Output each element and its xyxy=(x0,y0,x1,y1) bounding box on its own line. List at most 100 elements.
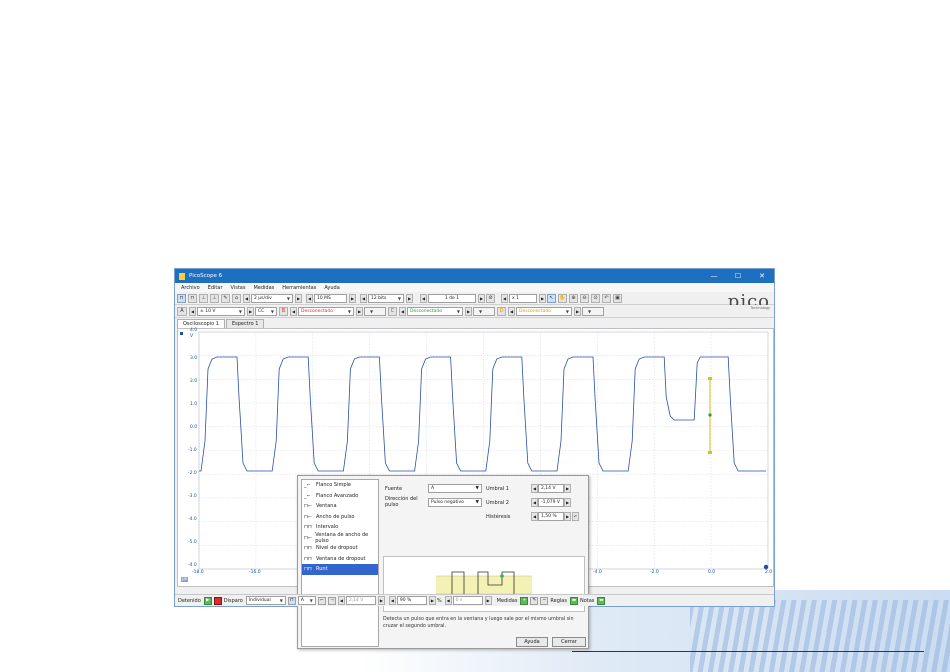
pretrigger-field[interactable]: 90 % xyxy=(396,596,427,605)
increment-arrow[interactable]: ▶ xyxy=(564,484,571,493)
channel-d-range-right-arrow[interactable]: ▶ xyxy=(574,306,581,316)
trigger-type-item[interactable]: ⊓⌐ Ventana de ancho de pulso xyxy=(302,532,378,544)
probe-icon[interactable]: ✎ xyxy=(221,293,230,303)
threshold2-spinner[interactable]: ◀ -1,079 V ▶ xyxy=(531,498,571,507)
channel-a-coupling-select[interactable]: CC ▼ xyxy=(255,306,277,316)
scope-mode-icon[interactable]: ⊓ xyxy=(177,293,186,303)
add-measurement-icon[interactable]: + xyxy=(520,596,529,605)
channel-d-range-select[interactable]: Desconectado ▼ xyxy=(516,306,572,316)
channel-b-range-left-arrow[interactable]: ◀ xyxy=(290,306,297,316)
trigger-type-item[interactable]: _⌐ Flanco Simple xyxy=(302,480,378,491)
close-button[interactable]: ✕ xyxy=(750,272,774,280)
menu-archivo[interactable]: Archivo xyxy=(181,285,200,291)
samples-select[interactable]: 10 MS xyxy=(314,293,347,303)
zoom-right-arrow[interactable]: ▶ xyxy=(539,293,546,303)
channel-d-range-left-arrow[interactable]: ◀ xyxy=(508,306,515,316)
falling-edge-icon[interactable]: ¬ xyxy=(327,596,336,605)
reset-icon[interactable]: ↶ xyxy=(572,512,579,521)
channel-b-range-right-arrow[interactable]: ▶ xyxy=(356,306,363,316)
zoom-out-icon[interactable]: ⊖ xyxy=(580,293,589,303)
menu-ayuda[interactable]: Ayuda xyxy=(324,285,339,291)
trigger-type-item[interactable]: _⌐ Flanco Avanzado xyxy=(302,491,378,502)
channel-a-range-left-arrow[interactable]: ◀ xyxy=(189,306,196,316)
hand-icon[interactable]: ✋ xyxy=(558,293,567,303)
menu-vistas[interactable]: Vistas xyxy=(231,285,246,291)
tab-osciloscopio[interactable]: Osciloscopio 1 xyxy=(177,319,225,328)
rulers-icon[interactable]: ▬ xyxy=(569,596,578,605)
threshold1-spinner[interactable]: ◀ 2,14 V ▶ xyxy=(531,484,571,493)
timebase-right-arrow[interactable]: ▶ xyxy=(295,293,302,303)
trigger-type-item-selected[interactable]: ⊓⊓ Runt xyxy=(302,564,378,575)
resolution-right-arrow[interactable]: ▶ xyxy=(406,293,413,303)
maximize-button[interactable]: ☐ xyxy=(726,272,750,280)
delay-right-arrow[interactable]: ▶ xyxy=(484,596,492,605)
trigger-channel-select[interactable]: A ▼ xyxy=(297,596,316,605)
delay-left-arrow[interactable]: ◀ xyxy=(444,596,452,605)
increment-arrow[interactable]: ▶ xyxy=(564,498,571,507)
persistence-mode-icon[interactable]: ⊓ xyxy=(188,293,197,303)
channel-b-coupling-select[interactable]: ▼ xyxy=(364,306,386,316)
capture-page-field[interactable]: 1 de 1 xyxy=(428,293,476,303)
samples-left-arrow[interactable]: ◀ xyxy=(306,293,313,303)
trigger-type-item[interactable]: ⊓⌐ Ventana xyxy=(302,501,378,512)
close-dialog-button[interactable]: Cerrar xyxy=(552,637,586,647)
minimize-button[interactable]: — xyxy=(702,272,726,280)
channel-b-range-select[interactable]: Desconectado ▼ xyxy=(298,306,354,316)
stop-icon[interactable] xyxy=(213,596,222,605)
start-icon[interactable]: ▶ xyxy=(203,596,212,605)
undo-zoom-icon[interactable]: ↶ xyxy=(602,293,611,303)
trigger-type-item[interactable]: ⊓⊓ Ventana de dropout xyxy=(302,554,378,565)
channel-a-range-select[interactable]: ± 10 V ▼ xyxy=(197,306,245,316)
spectrum-mode-icon[interactable]: ⊥ xyxy=(199,293,208,303)
pretrigger-right-arrow[interactable]: ▶ xyxy=(428,596,436,605)
zoom-fit-icon[interactable]: ⊙ xyxy=(591,293,600,303)
source-select[interactable]: A ▼ xyxy=(428,484,482,493)
decrement-arrow[interactable]: ◀ xyxy=(531,498,538,507)
channel-d-button[interactable]: D xyxy=(497,306,506,316)
direction-select[interactable]: Pulso negativo ▼ xyxy=(428,498,482,507)
trigger-type-item[interactable]: ⊓⌐ Ancho de pulso xyxy=(302,512,378,523)
rising-edge-icon[interactable]: ⌐ xyxy=(317,596,326,605)
scope-view[interactable]: 4.0 V 3.0 2.0 1.0 0.0 -1.0 -2.0 -3.0 -4.… xyxy=(177,328,774,649)
notes-icon[interactable]: ▬ xyxy=(597,596,606,605)
threshold1-value[interactable]: 2,14 V xyxy=(538,484,564,493)
resolution-left-arrow[interactable]: ◀ xyxy=(360,293,367,303)
threshold2-value[interactable]: -1,079 V xyxy=(538,498,564,507)
channel-a-button[interactable]: A xyxy=(177,306,187,316)
pretrigger-left-arrow[interactable]: ◀ xyxy=(388,596,396,605)
tab-espectro[interactable]: Espectro 1 xyxy=(225,319,265,328)
resolution-select[interactable]: 12 bits ▼ xyxy=(368,293,404,303)
trigger-level-field[interactable]: 2,14 V xyxy=(345,596,376,605)
increment-arrow[interactable]: ▶ xyxy=(564,512,571,521)
channel-d-coupling-select[interactable]: ▼ xyxy=(582,306,604,316)
page-right-arrow[interactable]: ▶ xyxy=(478,293,485,303)
trigger-type-item[interactable]: ⊓⊓ Nivel de dropout xyxy=(302,543,378,554)
menu-herramientas[interactable]: Herramientas xyxy=(282,285,316,291)
timebase-select[interactable]: 2 µs/div ▼ xyxy=(251,293,293,303)
hysteresis-value[interactable]: 1,50 % xyxy=(538,512,564,521)
pointer-icon[interactable]: ↖ xyxy=(547,293,556,303)
channel-c-button[interactable]: C xyxy=(388,306,397,316)
samples-right-arrow[interactable]: ▶ xyxy=(349,293,356,303)
channel-a-range-right-arrow[interactable]: ▶ xyxy=(247,306,254,316)
page-left-arrow[interactable]: ◀ xyxy=(420,293,427,303)
buffer-overview-icon[interactable]: ⊘ xyxy=(486,293,495,303)
channel-c-range-select[interactable]: Desconectado ▼ xyxy=(407,306,463,316)
menu-editar[interactable]: Editar xyxy=(208,285,223,291)
hysteresis-spinner[interactable]: ◀ 1,50 % ▶ ↶ xyxy=(531,512,579,521)
channel-c-range-right-arrow[interactable]: ▶ xyxy=(465,306,472,316)
signal-generator-icon[interactable]: ⌂ xyxy=(232,293,241,303)
advanced-trigger-icon[interactable]: ⊓ xyxy=(287,596,296,605)
edit-measurement-icon[interactable]: ✎ xyxy=(530,596,539,605)
timebase-left-arrow[interactable]: ◀ xyxy=(243,293,250,303)
menu-medidas[interactable]: Medidas xyxy=(253,285,274,291)
level-left-arrow[interactable]: ◀ xyxy=(337,596,345,605)
zoom-in-icon[interactable]: ⊕ xyxy=(569,293,578,303)
decrement-arrow[interactable]: ◀ xyxy=(531,512,538,521)
channel-b-button[interactable]: B xyxy=(279,306,288,316)
zoom-overview-icon[interactable]: ▣ xyxy=(613,293,622,303)
trigger-mode-select[interactable]: Individual ▼ xyxy=(245,596,286,605)
zoom-field[interactable]: x 1 xyxy=(509,293,537,303)
zoom-left-arrow[interactable]: ◀ xyxy=(501,293,508,303)
delay-field[interactable]: 0 s xyxy=(452,596,483,605)
